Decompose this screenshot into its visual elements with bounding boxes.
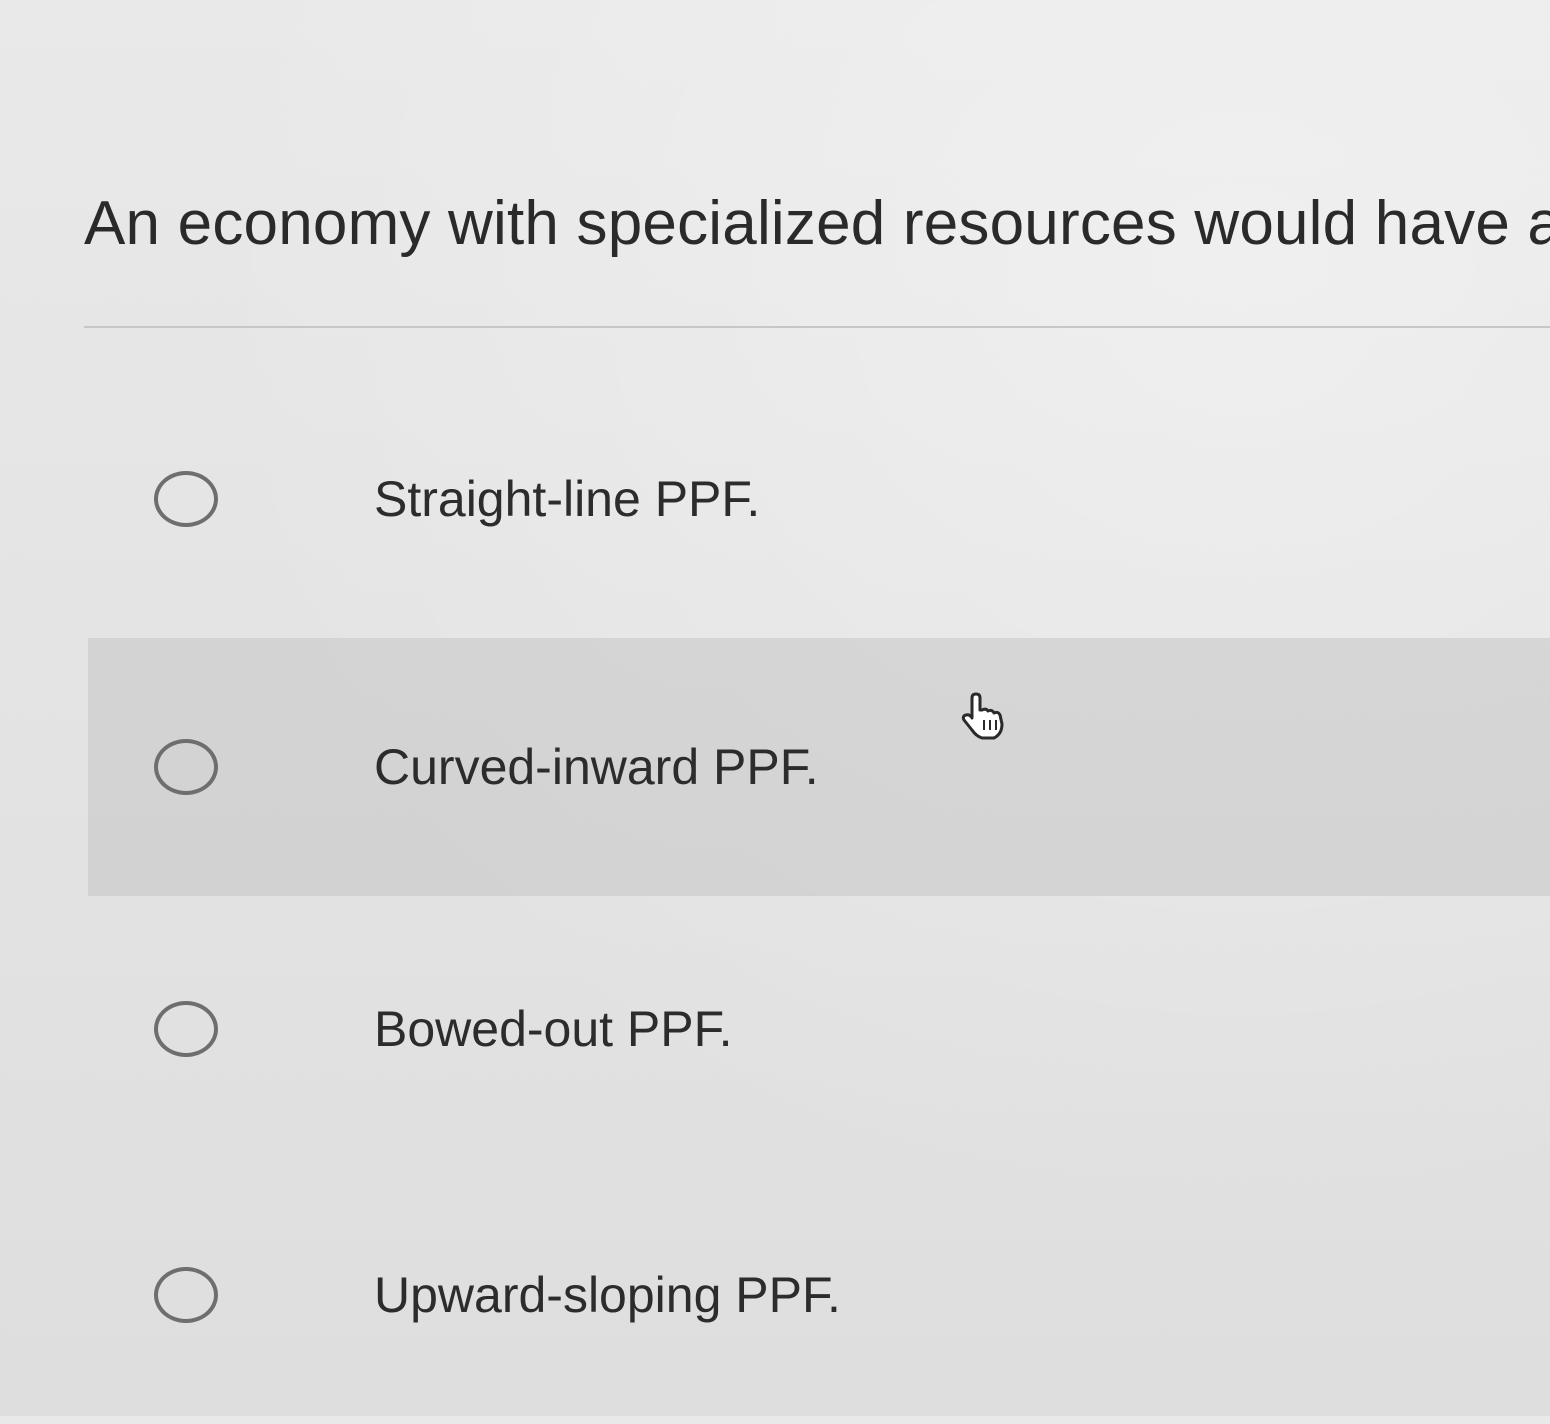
option-label: Curved-inward PPF.: [374, 739, 819, 795]
option-label: Bowed-out PPF.: [374, 1001, 733, 1057]
option-bowed-out[interactable]: Bowed-out PPF.: [88, 900, 1550, 1158]
option-upward-sloping[interactable]: Upward-sloping PPF.: [88, 1166, 1550, 1424]
hand-pointer-icon: [961, 692, 1004, 740]
question-divider: [84, 326, 1550, 328]
radio-button[interactable]: [154, 739, 218, 795]
question-text: An economy with specialized resources wo…: [84, 189, 1550, 258]
radio-button[interactable]: [154, 471, 218, 527]
option-curved-inward[interactable]: Curved-inward PPF.: [88, 638, 1550, 896]
option-straight-line[interactable]: Straight-line PPF.: [88, 370, 1550, 628]
radio-button[interactable]: [154, 1001, 218, 1057]
radio-button[interactable]: [154, 1267, 218, 1323]
option-label: Straight-line PPF.: [374, 471, 761, 527]
option-label: Upward-sloping PPF.: [374, 1267, 841, 1323]
